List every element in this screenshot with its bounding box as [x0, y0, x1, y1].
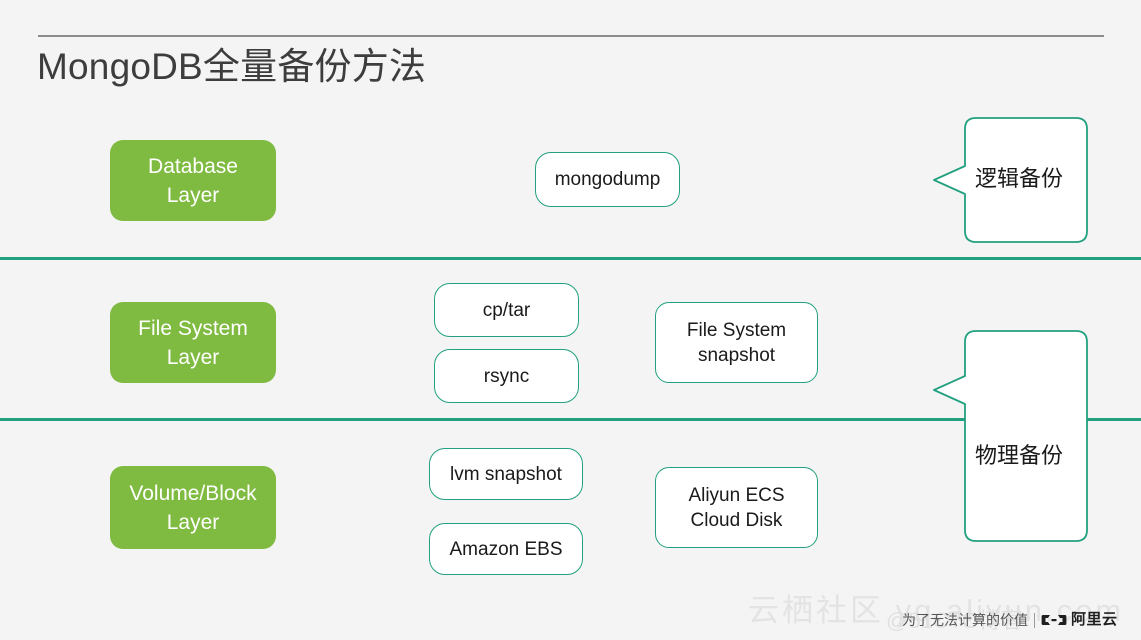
callout-logical-backup-label: 逻辑备份 — [975, 166, 1064, 191]
brand-slogan: 为了无法计算的价值 — [902, 612, 1028, 628]
layer-box-database-label: Database Layer — [148, 152, 238, 210]
tool-box-cp-tar-label: cp/tar — [482, 299, 531, 321]
tool-box-amazon-ebs: Amazon EBS — [429, 523, 583, 575]
tool-box-amazon-ebs-label: Amazon EBS — [449, 538, 563, 560]
watermark-community-text: 云栖社区 — [748, 593, 884, 628]
layer-box-file-system-line1: File System — [138, 316, 248, 340]
layer-box-file-system-label: File System Layer — [138, 314, 248, 372]
tool-box-lvm-snapshot: lvm snapshot — [429, 448, 583, 500]
aliyun-logo-icon — [1041, 612, 1067, 628]
page-title: MongoDB全量备份方法 — [37, 46, 427, 87]
callout-logical-backup: 逻辑备份 — [933, 117, 1088, 243]
layer-box-file-system: File System Layer — [110, 302, 276, 383]
layer-box-volume-block-line2: Layer — [166, 510, 220, 534]
tool-box-aliyun-ecs-line2: Cloud Disk — [690, 509, 783, 531]
layer-box-database-line1: Database — [148, 154, 238, 178]
tool-box-mongodump: mongodump — [535, 152, 680, 207]
tool-box-aliyun-ecs-cloud-disk-label: Aliyun ECS Cloud Disk — [688, 483, 784, 533]
tool-box-cp-tar: cp/tar — [434, 283, 579, 337]
tool-box-file-system-snapshot: File System snapshot — [655, 302, 818, 383]
tool-box-file-system-snapshot-line1: File System — [686, 319, 787, 341]
callout-physical-backup-label: 物理备份 — [975, 443, 1064, 468]
tool-box-aliyun-ecs-cloud-disk: Aliyun ECS Cloud Disk — [655, 467, 818, 548]
layer-box-volume-block-line1: Volume/Block — [129, 481, 257, 505]
callout-physical-backup-shape — [933, 330, 1088, 542]
layer-box-volume-block-label: Volume/Block Layer — [129, 479, 256, 537]
layer-box-file-system-line2: Layer — [166, 345, 220, 369]
tool-box-rsync: rsync — [434, 349, 579, 403]
tool-box-rsync-label: rsync — [483, 365, 530, 387]
title-divider-rule — [38, 35, 1104, 37]
tool-box-mongodump-label: mongodump — [554, 169, 661, 190]
tool-box-aliyun-ecs-line1: Aliyun ECS — [688, 484, 785, 506]
layer-box-database-line2: Layer — [166, 183, 220, 207]
brand-separator — [1034, 612, 1035, 628]
brand-name: 阿里云 — [1071, 611, 1118, 628]
band-divider-database-filesystem — [0, 257, 1141, 260]
layer-box-volume-block: Volume/Block Layer — [110, 466, 276, 549]
slide-canvas: MongoDB全量备份方法 Database Layer File System… — [0, 0, 1141, 640]
callout-physical-backup: 物理备份 — [933, 330, 1088, 542]
tool-box-file-system-snapshot-line2: snapshot — [697, 344, 776, 366]
brand-watermark: 为了无法计算的价值 阿里云 — [902, 610, 1118, 630]
tool-box-lvm-snapshot-label: lvm snapshot — [450, 463, 562, 485]
layer-box-database: Database Layer — [110, 140, 276, 221]
tool-box-file-system-snapshot-label: File System snapshot — [687, 318, 786, 368]
